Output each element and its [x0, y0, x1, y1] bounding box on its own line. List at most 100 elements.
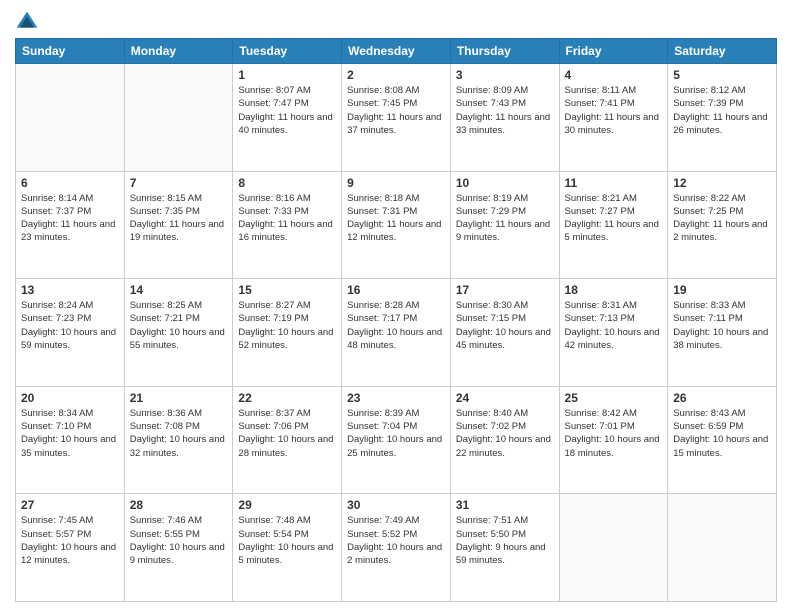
calendar-cell: 11 Sunrise: 8:21 AM Sunset: 7:27 PM Dayli…	[559, 171, 668, 279]
calendar-cell: 9Sunrise: 8:18 AM Sunset: 7:31 PM Daylig…	[342, 171, 451, 279]
logo	[15, 10, 43, 30]
day-info: Sunrise: 8:21 AM Sunset: 7:27 PM Dayligh…	[565, 192, 663, 245]
calendar-cell: 25 Sunrise: 8:42 AM Sunset: 7:01 PM Dayli…	[559, 386, 668, 494]
day-info: Sunrise: 8:18 AM Sunset: 7:31 PM Dayligh…	[347, 192, 445, 245]
day-number: 28	[130, 498, 228, 512]
calendar-cell	[668, 494, 777, 602]
calendar-cell: 31 Sunrise: 7:51 AM Sunset: 5:50 PM Dayli…	[450, 494, 559, 602]
day-info: Sunrise: 8:22 AM Sunset: 7:25 PM Dayligh…	[673, 192, 771, 245]
day-info: Sunrise: 8:28 AM Sunset: 7:17 PM Dayligh…	[347, 299, 445, 352]
day-number: 15	[238, 283, 336, 297]
day-info: Sunrise: 8:39 AM Sunset: 7:04 PM Dayligh…	[347, 407, 445, 460]
day-number: 1	[238, 68, 336, 82]
weekday-tuesday: Tuesday	[233, 39, 342, 64]
day-number: 3	[456, 68, 554, 82]
weekday-monday: Monday	[124, 39, 233, 64]
day-info: Sunrise: 8:14 AM Sunset: 7:37 PM Dayligh…	[21, 192, 119, 245]
calendar-cell: 19 Sunrise: 8:33 AM Sunset: 7:11 PM Dayli…	[668, 279, 777, 387]
week-row-1: 6 Sunrise: 8:14 AM Sunset: 7:37 PM Daylig…	[16, 171, 777, 279]
day-info: Sunrise: 8:33 AM Sunset: 7:11 PM Dayligh…	[673, 299, 771, 352]
day-info: Sunrise: 7:51 AM Sunset: 5:50 PM Dayligh…	[456, 514, 554, 567]
day-number: 11	[565, 176, 663, 190]
header	[15, 10, 777, 30]
calendar-cell: 7 Sunrise: 8:15 AM Sunset: 7:35 PM Daylig…	[124, 171, 233, 279]
day-info: Sunrise: 8:27 AM Sunset: 7:19 PM Dayligh…	[238, 299, 336, 352]
calendar-cell: 30 Sunrise: 7:49 AM Sunset: 5:52 PM Dayli…	[342, 494, 451, 602]
day-number: 17	[456, 283, 554, 297]
day-info: Sunrise: 7:48 AM Sunset: 5:54 PM Dayligh…	[238, 514, 336, 567]
day-number: 24	[456, 391, 554, 405]
day-number: 10	[456, 176, 554, 190]
day-number: 16	[347, 283, 445, 297]
calendar-cell: 1Sunrise: 8:07 AM Sunset: 7:47 PM Daylig…	[233, 64, 342, 172]
day-number: 30	[347, 498, 445, 512]
calendar-cell: 21Sunrise: 8:36 AM Sunset: 7:08 PM Dayli…	[124, 386, 233, 494]
day-number: 19	[673, 283, 771, 297]
weekday-header-row: SundayMondayTuesdayWednesdayThursdayFrid…	[16, 39, 777, 64]
day-info: Sunrise: 8:24 AM Sunset: 7:23 PM Dayligh…	[21, 299, 119, 352]
day-number: 29	[238, 498, 336, 512]
day-info: Sunrise: 7:45 AM Sunset: 5:57 PM Dayligh…	[21, 514, 119, 567]
calendar-cell: 28 Sunrise: 7:46 AM Sunset: 5:55 PM Dayli…	[124, 494, 233, 602]
calendar-cell: 14 Sunrise: 8:25 AM Sunset: 7:21 PM Dayli…	[124, 279, 233, 387]
day-number: 14	[130, 283, 228, 297]
calendar-cell: 15 Sunrise: 8:27 AM Sunset: 7:19 PM Dayli…	[233, 279, 342, 387]
day-number: 13	[21, 283, 119, 297]
weekday-wednesday: Wednesday	[342, 39, 451, 64]
day-info: Sunrise: 8:12 AM Sunset: 7:39 PM Dayligh…	[673, 84, 771, 137]
calendar-cell: 29 Sunrise: 7:48 AM Sunset: 5:54 PM Dayli…	[233, 494, 342, 602]
day-number: 18	[565, 283, 663, 297]
calendar-cell	[124, 64, 233, 172]
day-number: 26	[673, 391, 771, 405]
calendar-cell: 12 Sunrise: 8:22 AM Sunset: 7:25 PM Dayli…	[668, 171, 777, 279]
day-number: 8	[238, 176, 336, 190]
day-number: 23	[347, 391, 445, 405]
week-row-4: 27 Sunrise: 7:45 AM Sunset: 5:57 PM Dayli…	[16, 494, 777, 602]
calendar-cell	[559, 494, 668, 602]
calendar-cell: 8 Sunrise: 8:16 AM Sunset: 7:33 PM Daylig…	[233, 171, 342, 279]
calendar-cell: 16 Sunrise: 8:28 AM Sunset: 7:17 PM Dayli…	[342, 279, 451, 387]
weekday-saturday: Saturday	[668, 39, 777, 64]
day-info: Sunrise: 8:40 AM Sunset: 7:02 PM Dayligh…	[456, 407, 554, 460]
day-number: 7	[130, 176, 228, 190]
day-info: Sunrise: 7:49 AM Sunset: 5:52 PM Dayligh…	[347, 514, 445, 567]
week-row-2: 13 Sunrise: 8:24 AM Sunset: 7:23 PM Dayli…	[16, 279, 777, 387]
calendar-cell: 3Sunrise: 8:09 AM Sunset: 7:43 PM Daylig…	[450, 64, 559, 172]
day-info: Sunrise: 8:31 AM Sunset: 7:13 PM Dayligh…	[565, 299, 663, 352]
day-info: Sunrise: 8:37 AM Sunset: 7:06 PM Dayligh…	[238, 407, 336, 460]
day-number: 27	[21, 498, 119, 512]
calendar-cell: 22 Sunrise: 8:37 AM Sunset: 7:06 PM Dayli…	[233, 386, 342, 494]
day-number: 5	[673, 68, 771, 82]
day-info: Sunrise: 7:46 AM Sunset: 5:55 PM Dayligh…	[130, 514, 228, 567]
day-info: Sunrise: 8:30 AM Sunset: 7:15 PM Dayligh…	[456, 299, 554, 352]
day-info: Sunrise: 8:43 AM Sunset: 6:59 PM Dayligh…	[673, 407, 771, 460]
page: SundayMondayTuesdayWednesdayThursdayFrid…	[0, 0, 792, 612]
week-row-0: 1Sunrise: 8:07 AM Sunset: 7:47 PM Daylig…	[16, 64, 777, 172]
day-info: Sunrise: 8:08 AM Sunset: 7:45 PM Dayligh…	[347, 84, 445, 137]
week-row-3: 20Sunrise: 8:34 AM Sunset: 7:10 PM Dayli…	[16, 386, 777, 494]
day-number: 21	[130, 391, 228, 405]
day-info: Sunrise: 8:15 AM Sunset: 7:35 PM Dayligh…	[130, 192, 228, 245]
weekday-friday: Friday	[559, 39, 668, 64]
day-number: 12	[673, 176, 771, 190]
weekday-thursday: Thursday	[450, 39, 559, 64]
day-info: Sunrise: 8:42 AM Sunset: 7:01 PM Dayligh…	[565, 407, 663, 460]
calendar-cell: 24 Sunrise: 8:40 AM Sunset: 7:02 PM Dayli…	[450, 386, 559, 494]
day-number: 25	[565, 391, 663, 405]
day-number: 2	[347, 68, 445, 82]
day-info: Sunrise: 8:25 AM Sunset: 7:21 PM Dayligh…	[130, 299, 228, 352]
day-number: 6	[21, 176, 119, 190]
day-number: 22	[238, 391, 336, 405]
calendar-cell: 5 Sunrise: 8:12 AM Sunset: 7:39 PM Daylig…	[668, 64, 777, 172]
calendar-table: SundayMondayTuesdayWednesdayThursdayFrid…	[15, 38, 777, 602]
calendar-cell: 10 Sunrise: 8:19 AM Sunset: 7:29 PM Dayli…	[450, 171, 559, 279]
calendar-cell: 26 Sunrise: 8:43 AM Sunset: 6:59 PM Dayli…	[668, 386, 777, 494]
calendar-cell: 4Sunrise: 8:11 AM Sunset: 7:41 PM Daylig…	[559, 64, 668, 172]
day-number: 31	[456, 498, 554, 512]
day-info: Sunrise: 8:16 AM Sunset: 7:33 PM Dayligh…	[238, 192, 336, 245]
calendar-cell: 27 Sunrise: 7:45 AM Sunset: 5:57 PM Dayli…	[16, 494, 125, 602]
calendar-cell: 17 Sunrise: 8:30 AM Sunset: 7:15 PM Dayli…	[450, 279, 559, 387]
calendar-cell: 23 Sunrise: 8:39 AM Sunset: 7:04 PM Dayli…	[342, 386, 451, 494]
calendar-cell: 20Sunrise: 8:34 AM Sunset: 7:10 PM Dayli…	[16, 386, 125, 494]
day-info: Sunrise: 8:19 AM Sunset: 7:29 PM Dayligh…	[456, 192, 554, 245]
